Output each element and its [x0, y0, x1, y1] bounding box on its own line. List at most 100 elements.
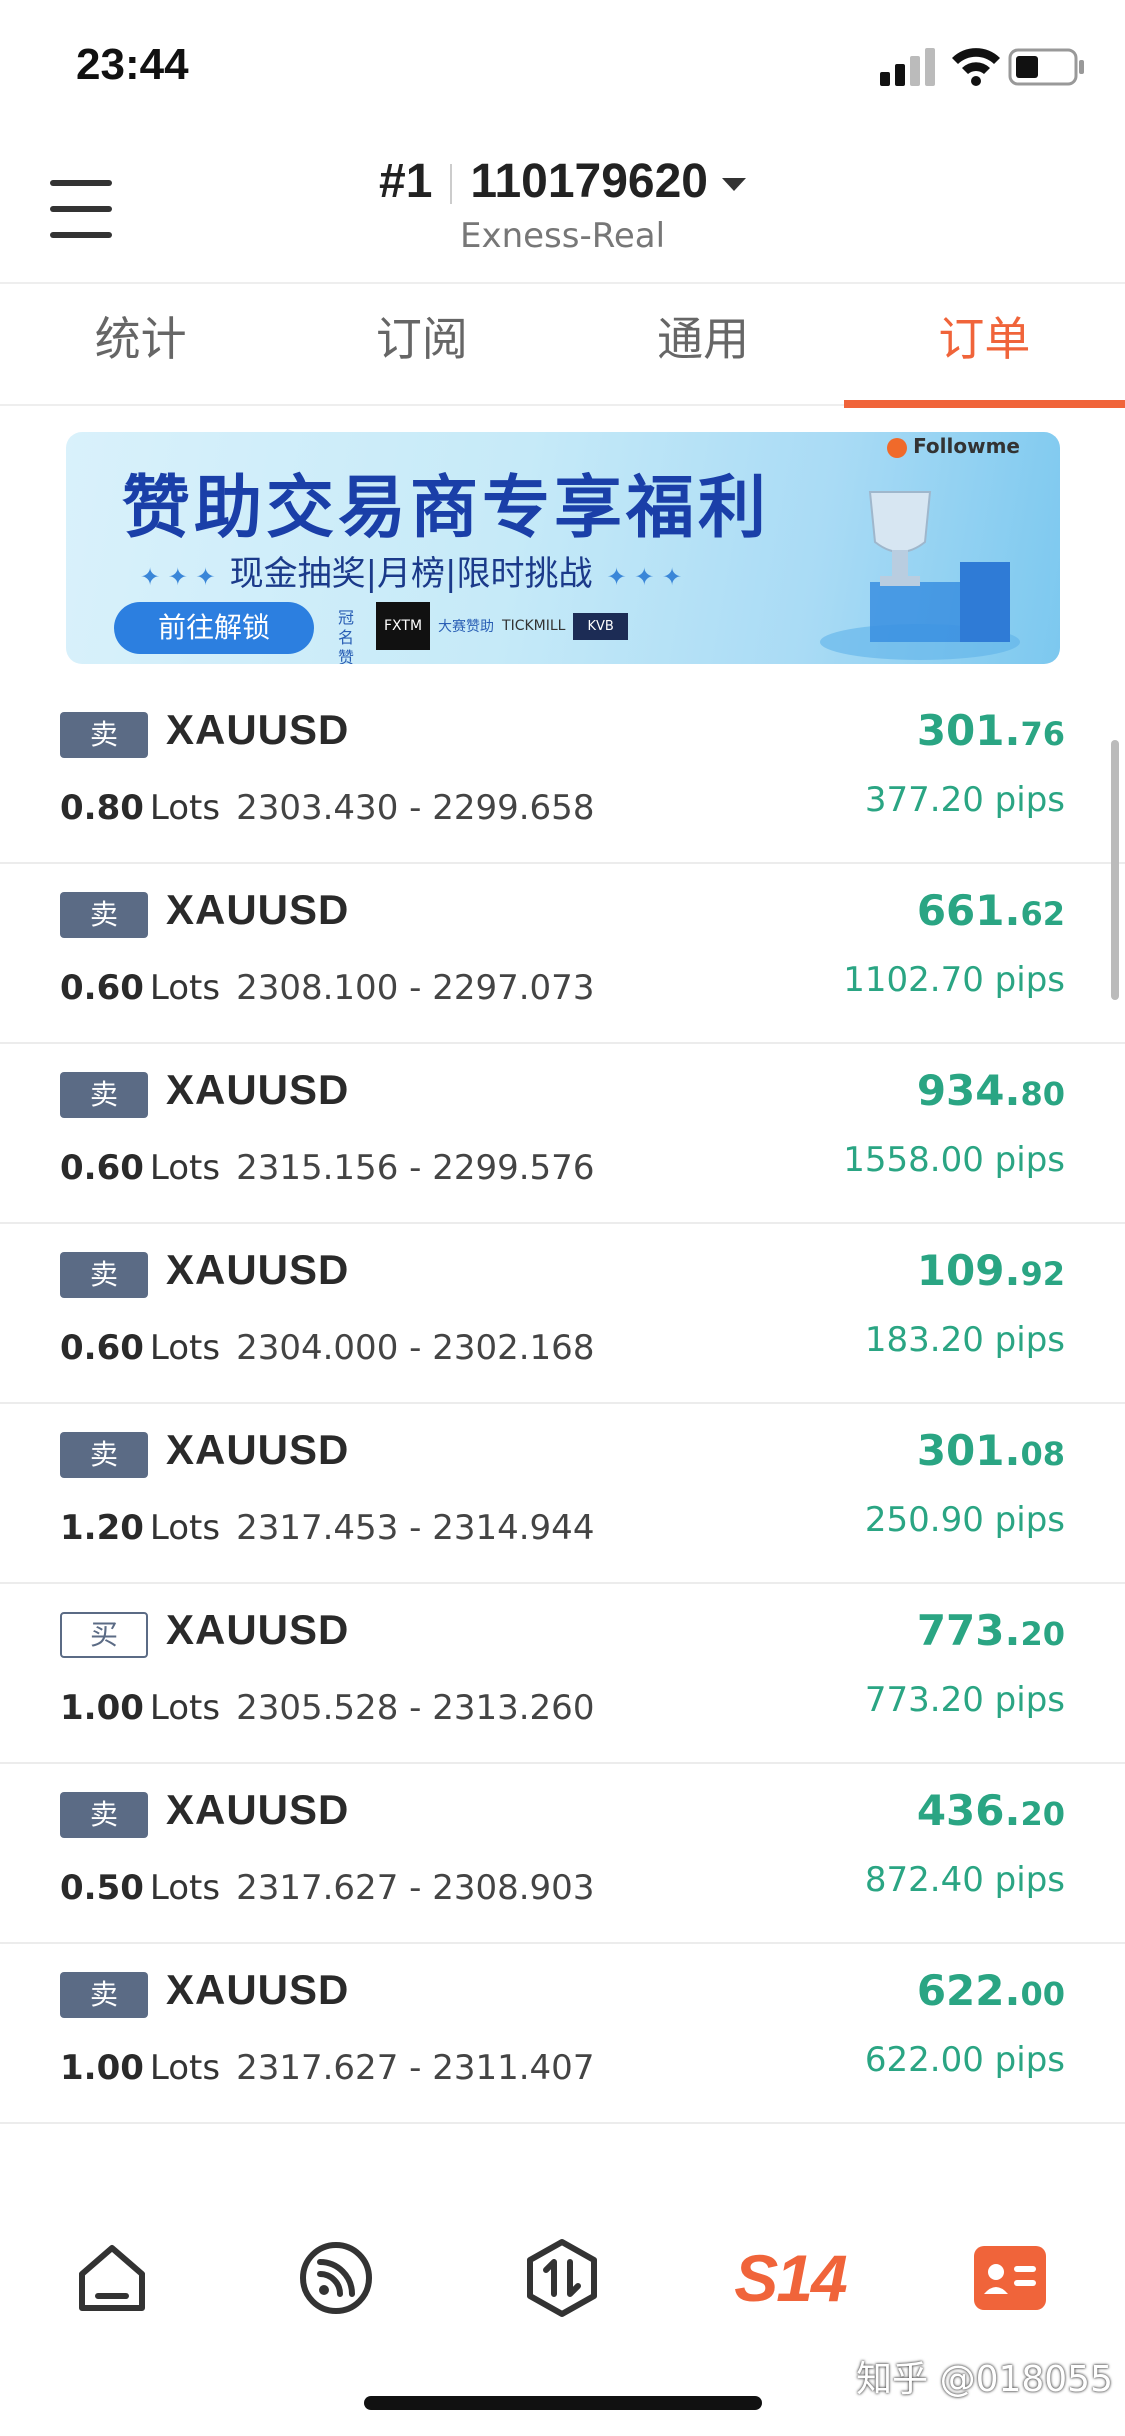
order-row[interactable]: 买 XAUUSD 1.00 Lots 2305.528 - 2313.260 773…: [0, 1584, 1125, 1764]
lots-line: 0.60 Lots 2315.156 - 2299.576: [60, 1148, 594, 1188]
fxtm-logo: FXTM: [376, 602, 431, 650]
side-badge: 卖: [60, 892, 148, 938]
tickmill-logo: TICKMILL: [502, 618, 566, 634]
side-badge: 卖: [60, 1972, 148, 2018]
pips-value: 1558.00 pips: [843, 1140, 1065, 1180]
trophy-illustration: [820, 491, 1020, 660]
s14-logo[interactable]: S14: [730, 2230, 850, 2326]
contest-sponsor-label: 大赛赞助: [438, 619, 495, 635]
side-badge: 卖: [60, 1072, 148, 1118]
open-price: 2304.000: [236, 1328, 399, 1368]
price-range: 2317.627 - 2308.903: [236, 1868, 595, 1908]
close-price: 2314.944: [432, 1508, 595, 1548]
home-icon[interactable]: [64, 2230, 160, 2326]
feed-icon[interactable]: [288, 2230, 384, 2326]
order-row[interactable]: 卖 XAUUSD 0.80 Lots 2303.430 - 2299.658 301…: [0, 684, 1125, 864]
lots-line: 0.60 Lots 2308.100 - 2297.073: [60, 968, 594, 1008]
close-price: 2311.407: [432, 2048, 595, 2088]
lots-label: Lots: [149, 1688, 221, 1728]
open-price: 2305.528: [236, 1688, 399, 1728]
lots-label: Lots: [149, 2048, 221, 2088]
lots-label: Lots: [149, 1508, 221, 1548]
account-number: #1: [379, 155, 433, 208]
profit-integer: 661.: [916, 886, 1021, 935]
banner-sponsor-logos: FXTM 大赛赞助 TICKMILL KVB: [376, 602, 628, 650]
profit-decimal: 20: [1020, 1795, 1065, 1833]
lots-label: Lots: [149, 1148, 221, 1188]
profit-integer: 109.: [916, 1246, 1021, 1295]
price-range: 2308.100 - 2297.073: [236, 968, 595, 1008]
tab-subscription[interactable]: 订阅: [281, 284, 562, 404]
lots-line: 0.80 Lots 2303.430 - 2299.658: [60, 788, 594, 828]
wifi-icon: [952, 48, 1000, 86]
status-time: 23:44: [76, 40, 189, 89]
banner-brand: Followme: [887, 434, 1020, 458]
symbol: XAUUSD: [166, 1966, 350, 2013]
open-price: 2317.453: [236, 1508, 399, 1548]
lots-label: Lots: [149, 1868, 221, 1908]
pips-value: 872.40 pips: [864, 1860, 1065, 1900]
price-range: 2317.453 - 2314.944: [236, 1508, 595, 1548]
order-row[interactable]: 卖 XAUUSD 0.60 Lots 2315.156 - 2299.576 934…: [0, 1044, 1125, 1224]
symbol: XAUUSD: [166, 1246, 350, 1293]
open-price: 2315.156: [236, 1148, 399, 1188]
trade-icon[interactable]: [514, 2230, 610, 2326]
lots-line: 0.60 Lots 2304.000 - 2302.168: [60, 1328, 594, 1368]
banner-unlock-button[interactable]: 前往解锁: [114, 602, 314, 654]
open-price: 2303.430: [236, 788, 399, 828]
open-price: 2308.100: [236, 968, 399, 1008]
tab-orders[interactable]: 订单: [843, 284, 1125, 408]
pips-value: 1102.70 pips: [843, 960, 1065, 1000]
symbol: XAUUSD: [166, 1606, 350, 1653]
status-bar: 23:44: [0, 0, 1125, 130]
lots-value: 0.60: [60, 968, 144, 1008]
scrollbar[interactable]: [1111, 740, 1119, 1000]
banner-sponsor-label: 冠名赞助: [338, 608, 355, 664]
profit-value: 109.92: [917, 1246, 1065, 1295]
price-range: 2315.156 - 2299.576: [236, 1148, 595, 1188]
order-row[interactable]: 卖 XAUUSD 0.60 Lots 2304.000 - 2302.168 109…: [0, 1224, 1125, 1404]
lots-line: 1.00 Lots 2305.528 - 2313.260: [60, 1688, 594, 1728]
account-id: 110179620: [470, 155, 708, 208]
pips-value: 377.20 pips: [864, 780, 1065, 820]
profit-value: 661.62: [917, 886, 1065, 935]
profit-value: 934.80: [917, 1066, 1065, 1115]
server-name: Exness-Real: [459, 216, 666, 256]
lots-label: Lots: [149, 1328, 221, 1368]
bottom-nav: S14: [0, 2180, 1125, 2360]
tab-statistics[interactable]: 统计: [0, 284, 281, 404]
caret-down-icon: [722, 177, 746, 191]
symbol: XAUUSD: [166, 1426, 350, 1473]
side-badge: 卖: [60, 1432, 148, 1478]
profit-value: 301.08: [917, 1426, 1065, 1475]
pips-value: 183.20 pips: [864, 1320, 1065, 1360]
symbol: XAUUSD: [166, 886, 350, 933]
order-row[interactable]: 卖 XAUUSD 1.20 Lots 2317.453 - 2314.944 301…: [0, 1404, 1125, 1584]
profile-card-icon[interactable]: [962, 2230, 1058, 2326]
close-price: 2299.658: [432, 788, 595, 828]
followme-logo-icon: [887, 437, 908, 458]
side-badge: 买: [60, 1612, 148, 1658]
order-row[interactable]: 卖 XAUUSD 0.60 Lots 2308.100 - 2297.073 661…: [0, 864, 1125, 1044]
side-badge: 卖: [60, 1792, 148, 1838]
promo-banner[interactable]: Followme 赞助交易商专享福利 ✦ ✦ ✦ 现金抽奖|月榜|限时挑战 ✦ ✦ …: [66, 432, 1060, 664]
tab-general[interactable]: 通用: [563, 284, 844, 404]
order-list: 卖 XAUUSD 0.80 Lots 2303.430 - 2299.658 301…: [0, 684, 1125, 2124]
lots-value: 1.20: [60, 1508, 144, 1548]
profit-decimal: 08: [1020, 1435, 1065, 1473]
side-badge: 卖: [60, 1252, 148, 1298]
order-row[interactable]: 卖 XAUUSD 0.50 Lots 2317.627 - 2308.903 436…: [0, 1764, 1125, 1944]
lots-line: 0.50 Lots 2317.627 - 2308.903: [60, 1868, 594, 1908]
account-selector[interactable]: #1 110179620: [0, 154, 1125, 209]
order-row[interactable]: 卖 XAUUSD 1.00 Lots 2317.627 - 2311.407 622…: [0, 1944, 1125, 2124]
banner-subtitle: ✦ ✦ ✦ 现金抽奖|月榜|限时挑战 ✦ ✦ ✦: [140, 554, 683, 594]
pips-value: 250.90 pips: [864, 1500, 1065, 1540]
price-range: 2303.430 - 2299.658: [236, 788, 595, 828]
profit-value: 301.76: [917, 706, 1065, 755]
home-indicator[interactable]: [364, 2396, 762, 2410]
close-price: 2308.903: [432, 1868, 595, 1908]
lots-line: 1.20 Lots 2317.453 - 2314.944: [60, 1508, 594, 1548]
symbol: XAUUSD: [166, 706, 350, 753]
profit-integer: 622.: [916, 1966, 1021, 2015]
side-badge: 卖: [60, 712, 148, 758]
